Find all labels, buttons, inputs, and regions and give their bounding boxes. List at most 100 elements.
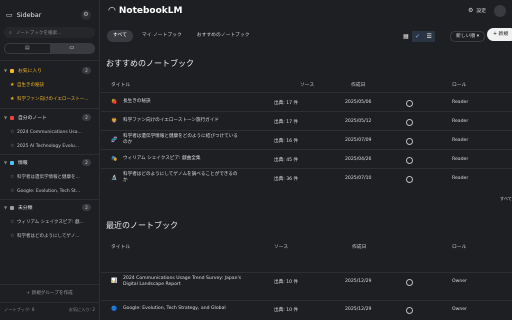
- notebook-title: Google: Evolution, Tech Strategy, and Gl…: [123, 306, 226, 311]
- created-date: 2025/12/29: [345, 279, 372, 284]
- search-placeholder: ノートブックを検索...: [15, 30, 62, 36]
- sidebar-item[interactable]: ☆ Google: Evolution, Tech St...: [10, 186, 95, 196]
- sidebar-item-label: Google: Evolution, Tech St...: [17, 188, 81, 194]
- notebook-emoji: 🎭: [111, 156, 118, 162]
- gear-icon[interactable]: ⚙: [81, 10, 91, 20]
- source-count: 出典: 45 件: [274, 158, 299, 163]
- globe-icon: [406, 100, 413, 107]
- source-count: 出典: 17 件: [274, 120, 299, 125]
- sort-dropdown[interactable]: 新しい順 ▾: [450, 31, 486, 42]
- settings-button[interactable]: ⚙ 設定: [468, 7, 486, 14]
- source-count: 出典: 17 件: [274, 101, 299, 106]
- divider: [0, 302, 99, 303]
- table-header: タイトル ソース 作成日 ロール: [101, 79, 512, 89]
- list-view-icon[interactable]: ☰: [423, 31, 436, 42]
- color-square: [10, 205, 14, 210]
- notebook-count: ノートブック: 8: [4, 307, 35, 312]
- group-label: 未分類: [18, 206, 33, 211]
- list-view-icon[interactable]: ▤: [5, 44, 50, 53]
- group-my-notes[interactable]: ▼ 自分のノート 2: [4, 112, 95, 123]
- column-title: タイトル: [111, 83, 131, 88]
- table-row[interactable]: 🎭 ウィリアム シェイクスピア: 戯曲全集 出典: 45 件 2025/04/2…: [101, 149, 512, 168]
- check-icon[interactable]: ✓: [411, 31, 424, 42]
- notebook-title: 長生きの秘訣: [123, 99, 151, 104]
- role: Reader: [452, 176, 469, 181]
- notebook-title: 科学ファン向けのイエローストーン旅行ガイド: [123, 118, 219, 123]
- logo[interactable]: ◠ NotebookLM: [108, 6, 182, 16]
- created-date: 2025/05/06: [345, 100, 372, 105]
- role: Owner: [452, 279, 467, 284]
- globe-icon: [406, 279, 413, 286]
- favorite-count: お気に入り: 2: [68, 307, 95, 312]
- globe-icon: [406, 307, 413, 314]
- notebook-emoji: 🔵: [111, 306, 118, 312]
- notebook-emoji: 📊: [111, 278, 118, 284]
- sidebar-item[interactable]: ☆ ウィリアム シェイクスピア: 戯...: [10, 217, 95, 227]
- sidebar-item[interactable]: ★ 自生きの秘訣: [10, 80, 95, 90]
- sidebar-item-label: 2024 Communications Usa...: [17, 129, 82, 135]
- group-favorites[interactable]: ▼ お気に入り 2: [4, 65, 95, 76]
- sidebar-item-label: 科学ファン向けのイエローストー...: [17, 97, 89, 102]
- table-row[interactable]: 📊 2024 Communications Usage Trend Survey…: [101, 272, 512, 299]
- globe-icon: [406, 119, 413, 126]
- sidebar-item[interactable]: ☆ 2025 AI Technology Evolu...: [10, 141, 95, 151]
- tab-my-notebooks[interactable]: マイ ノートブック: [136, 30, 188, 42]
- sidebar-item-label: 科学者はどのようにしてゲノ...: [17, 234, 80, 239]
- color-square: [10, 115, 14, 120]
- divider: [0, 284, 99, 285]
- star-outline-icon: ☆: [10, 143, 15, 149]
- star-outline-icon: ☆: [10, 188, 15, 194]
- sidebar-title: Sidebar: [16, 11, 42, 19]
- group-label: 情報: [18, 161, 28, 166]
- table-row[interactable]: 🔬 科学者はどのようにしてゲノムを調べることができるのか 出典: 36 件 20…: [101, 168, 512, 187]
- sidebar-item-label: 自生きの秘訣: [17, 83, 44, 88]
- section-title-featured: おすすめのノートブック: [106, 59, 194, 68]
- divider: [0, 60, 99, 61]
- sidebar-footer: ノートブック: 8 お気に入り: 2: [4, 307, 95, 313]
- table-row[interactable]: 🧬 科学者は遺伝学情報と健康をどのように結びつけているのか 出典: 16 件 2…: [101, 130, 512, 149]
- source-count: 出典: 10 件: [274, 308, 299, 313]
- new-notebook-button[interactable]: + 新規: [487, 28, 512, 41]
- sidebar-item[interactable]: ☆ 科学者はどのようにしてゲノ...: [10, 231, 95, 241]
- table-row[interactable]: 🍓 長生きの秘訣 出典: 17 件 2025/05/06 Reader: [101, 92, 512, 111]
- top-bar: ◠ NotebookLM ⚙ 設定: [101, 0, 512, 22]
- table-row[interactable]: 🔵 Google: Evolution, Tech Strategy, and …: [101, 300, 512, 319]
- filter-tabs: すべて マイ ノートブック おすすめのノートブック: [107, 30, 259, 42]
- see-all-link[interactable]: すべて: [500, 196, 512, 202]
- sidebar-header: ▭ Sidebar ⚙: [6, 8, 95, 22]
- created-date: 2025/12/29: [345, 307, 372, 312]
- group-count: 2: [82, 67, 91, 74]
- table-header: タイトル ソース 作成日 ロール: [101, 241, 512, 251]
- star-outline-icon: ☆: [10, 233, 15, 239]
- globe-icon: [406, 138, 413, 145]
- source-count: 出典: 16 件: [274, 139, 299, 144]
- sidebar-item[interactable]: ★ 科学ファン向けのイエローストー...: [10, 94, 95, 104]
- table-row[interactable]: 🦁 科学ファン向けのイエローストーン旅行ガイド 出典: 17 件 2025/05…: [101, 111, 512, 130]
- color-square: [10, 68, 14, 73]
- created-date: 2025/07/10: [345, 176, 372, 181]
- created-date: 2025/05/12: [345, 119, 372, 124]
- role: Reader: [452, 138, 469, 143]
- main-content: ◠ NotebookLM ⚙ 設定 すべて マイ ノートブック おすすめのノート…: [101, 0, 512, 320]
- grid-view-icon[interactable]: ▦: [400, 31, 412, 42]
- created-date: 2025/04/26: [345, 157, 372, 162]
- notebook-emoji: 🔬: [111, 175, 118, 181]
- group-info[interactable]: ▼ 情報 2: [4, 157, 95, 168]
- tab-all[interactable]: すべて: [107, 30, 133, 42]
- settings-label: 設定: [476, 9, 486, 14]
- notebook-title: 2024 Communications Usage Trend Survey: …: [123, 276, 242, 287]
- view-toggle: ▤ ▭: [4, 43, 95, 54]
- group-uncategorized[interactable]: ▼ 未分類 2: [4, 202, 95, 213]
- sidebar-item[interactable]: ☆ 2024 Communications Usa...: [10, 127, 95, 137]
- gear-icon: ⚙: [468, 7, 474, 14]
- avatar[interactable]: [494, 5, 506, 17]
- add-group-button[interactable]: + 新規グループを作成: [0, 290, 99, 296]
- tab-featured[interactable]: おすすめのノートブック: [191, 30, 256, 42]
- group-label: お気に入り: [18, 69, 42, 74]
- folder-view-icon[interactable]: ▭: [49, 44, 94, 53]
- search-input[interactable]: ⌕ ノートブックを検索...: [4, 27, 95, 38]
- sidebar-item[interactable]: ☆ 科学者は遺伝学情報と健康を...: [10, 172, 95, 182]
- notebook-title: 科学者はどのようにしてゲノムを調べることができるのか: [123, 172, 238, 183]
- section-title-recent: 最近のノートブック: [106, 221, 178, 230]
- column-source: ソース: [274, 245, 289, 250]
